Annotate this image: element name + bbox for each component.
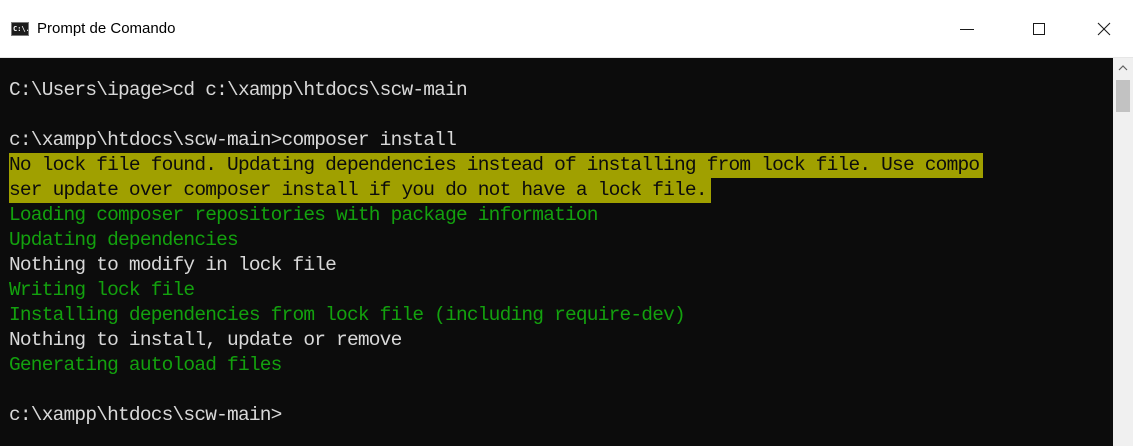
vertical-scrollbar[interactable] [1113,58,1133,446]
console-line: Nothing to modify in lock file [9,254,337,276]
minimize-icon [960,28,974,30]
console-prompt-line: c:\xampp\htdocs\scw-main> [9,404,282,426]
title-bar[interactable]: C:\. Prompt de Comando [0,0,1133,58]
console-line: C:\Users\ipage>cd c:\xampp\htdocs\scw-ma… [9,79,468,101]
command-prompt-window: C:\. Prompt de Comando C:\Users\ipage>cd… [0,0,1133,446]
close-button[interactable] [1081,0,1127,58]
close-icon [1097,22,1111,36]
window-title: Prompt de Comando [37,20,176,37]
console-line: Loading composer repositories with packa… [9,204,599,226]
console-line: Nothing to install, update or remove [9,329,402,351]
scroll-up-button[interactable] [1113,58,1133,78]
chevron-up-icon [1118,65,1128,71]
maximize-icon [1033,23,1045,35]
console-line: Updating dependencies [9,229,239,251]
console-warning-line: No lock file found. Updating dependencie… [9,153,984,178]
minimize-button[interactable] [944,0,990,58]
console-line: Writing lock file [9,279,195,301]
console-line: c:\xampp\htdocs\scw-main>composer instal… [9,129,457,151]
console-line: Generating autoload files [9,354,282,376]
scroll-thumb[interactable] [1116,80,1130,112]
cmd-icon[interactable]: C:\. [11,22,29,36]
console-output[interactable]: C:\Users\ipage>cd c:\xampp\htdocs\scw-ma… [0,58,1113,446]
maximize-button[interactable] [1016,0,1062,58]
console-warning-line: ser update over composer install if you … [9,178,711,203]
console-line: Installing dependencies from lock file (… [9,304,686,326]
